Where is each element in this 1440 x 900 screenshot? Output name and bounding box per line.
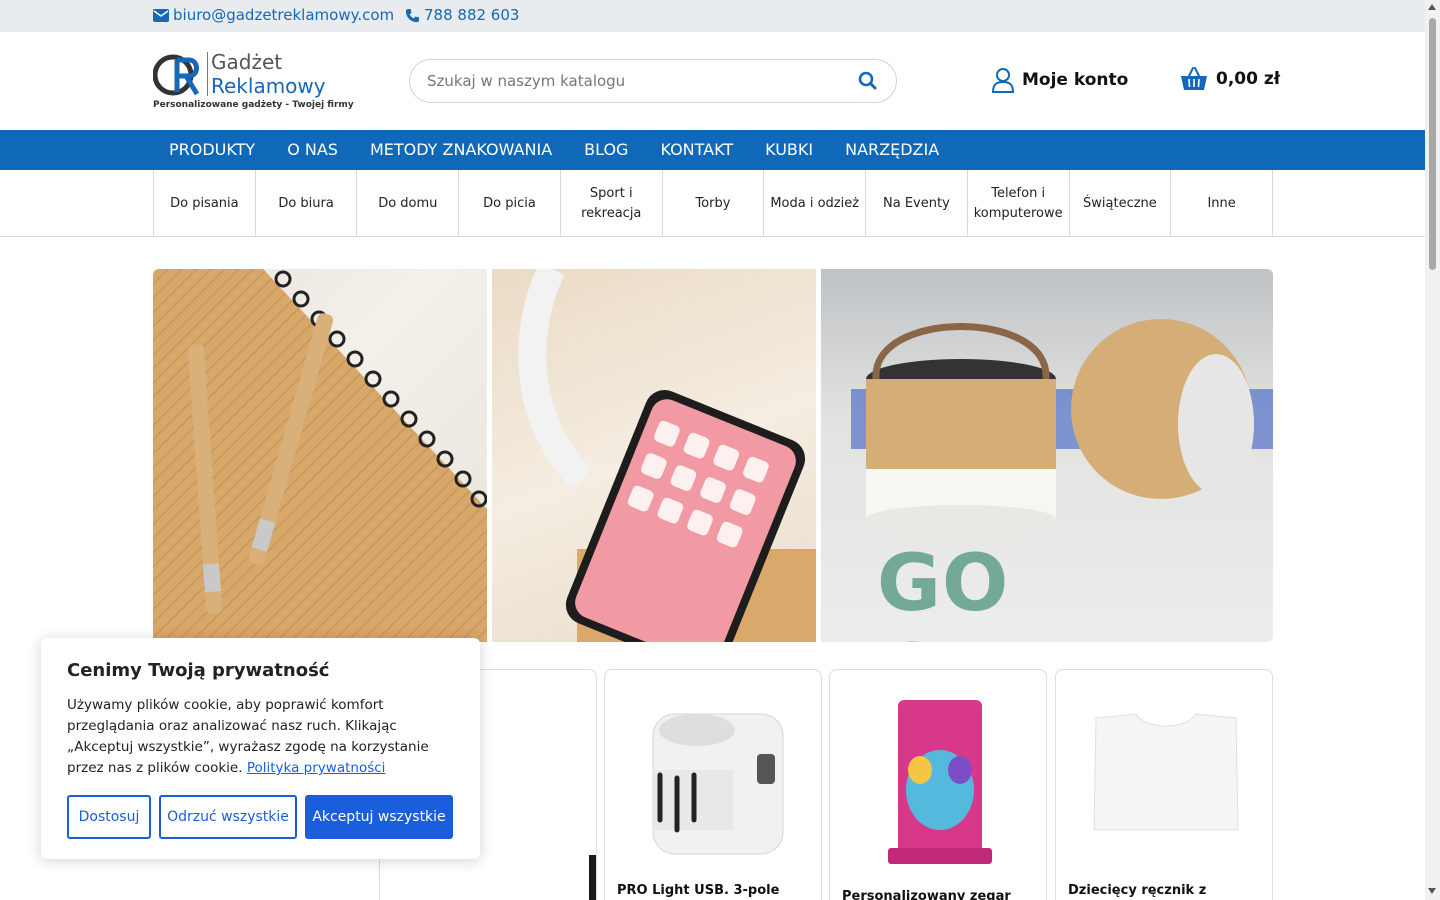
top-contact-bar: biuro@gadzetreklamowy.com 788 882 603 xyxy=(0,0,1425,32)
product-image xyxy=(652,713,784,855)
cookie-title: Cenimy Twoją prywatność xyxy=(67,660,330,681)
product-image xyxy=(1093,713,1239,831)
search-box xyxy=(409,59,897,103)
category-na-eventy[interactable]: Na Eventy xyxy=(866,170,968,237)
product-card[interactable]: Personalizowany zegar xyxy=(829,669,1047,900)
basket-icon xyxy=(1181,67,1207,90)
nav-item-metody-znakowania[interactable]: METODY ZNAKOWANIA xyxy=(354,130,568,170)
product-title: Dziecięcy ręcznik z kapturem xyxy=(1068,883,1207,898)
category-swiateczne[interactable]: Świąteczne xyxy=(1070,170,1172,237)
category-inne[interactable]: Inne xyxy=(1171,170,1273,237)
go-green-banner-text: GO GREEN xyxy=(877,539,1177,642)
category-do-domu[interactable]: Do domu xyxy=(357,170,460,237)
envelope-icon xyxy=(153,8,169,22)
scroll-up-arrow-icon[interactable] xyxy=(1428,4,1436,10)
phone-link[interactable]: 788 882 603 xyxy=(405,6,519,24)
search-input[interactable] xyxy=(427,70,847,92)
product-card[interactable]: PRO Light USB. 3-pole xyxy=(604,669,822,900)
hero-panel-phone-lamp xyxy=(492,269,817,642)
nav-item-narzedzia[interactable]: NARZĘDZIA xyxy=(829,130,955,170)
privacy-policy-link[interactable]: Polityka prywatności xyxy=(247,760,386,776)
hero-panel-speakers: GO GREEN xyxy=(821,269,1273,642)
bamboo-notebook-illustration xyxy=(153,269,488,642)
main-navigation: PRODUKTY O NAS METODY ZNAKOWANIA BLOG KO… xyxy=(0,130,1425,170)
logo-tagline: Personalizowane gadżety - Twojej firmy xyxy=(153,100,354,110)
user-icon xyxy=(991,68,1015,93)
category-do-biura[interactable]: Do biura xyxy=(256,170,358,237)
nav-item-produkty[interactable]: PRODUKTY xyxy=(153,130,271,170)
scroll-down-arrow-icon[interactable] xyxy=(1428,888,1436,894)
page-scrollbar[interactable] xyxy=(1425,0,1440,900)
category-do-picia[interactable]: Do picia xyxy=(459,170,561,237)
cart-link[interactable]: 0,00 zł xyxy=(1180,67,1280,91)
customize-button[interactable]: Dostosuj xyxy=(67,795,151,839)
reject-all-button[interactable]: Odrzuć wszystkie xyxy=(159,795,297,839)
cart-total: 0,00 zł xyxy=(1216,69,1281,89)
scrollbar-thumb[interactable] xyxy=(1429,18,1436,270)
product-title: Personalizowany zegar xyxy=(842,889,1011,900)
nav-item-o-nas[interactable]: O NAS xyxy=(271,130,354,170)
account-link[interactable]: Moje konto xyxy=(991,67,1128,93)
logo-mark-icon xyxy=(153,54,200,96)
cookie-text-block: Używamy plików cookie, aby poprawić komf… xyxy=(67,695,457,779)
logo-text-line1: Gadżet xyxy=(211,50,283,74)
logo-divider xyxy=(207,52,208,96)
phone-icon xyxy=(405,8,420,22)
email-text: biuro@gadzetreklamowy.com xyxy=(173,6,395,24)
category-sport-i-rekreacja[interactable]: Sport i rekreacja xyxy=(561,170,663,237)
hero-panel-pens-notebook xyxy=(153,269,488,642)
email-link[interactable]: biuro@gadzetreklamowy.com xyxy=(153,6,394,24)
cookie-consent-dialog: Cenimy Twoją prywatność Używamy plików c… xyxy=(41,638,480,859)
category-bar: Do pisania Do biura Do domu Do picia Spo… xyxy=(0,170,1425,237)
hero-banner[interactable]: GO GREEN xyxy=(153,269,1273,642)
phone-text: 788 882 603 xyxy=(424,6,520,24)
account-label: Moje konto xyxy=(1022,70,1129,90)
category-moda-i-odziez[interactable]: Moda i odzież xyxy=(764,170,867,237)
category-telefon-i-komputerowe[interactable]: Telefon i komputerowe xyxy=(968,170,1070,237)
category-do-pisania[interactable]: Do pisania xyxy=(154,170,256,237)
nav-item-kontakt[interactable]: KONTAKT xyxy=(644,130,749,170)
phone-lamp-illustration xyxy=(518,269,817,642)
nav-item-blog[interactable]: BLOG xyxy=(568,130,644,170)
product-title: PRO Light USB. 3-pole xyxy=(617,883,780,898)
category-torby[interactable]: Torby xyxy=(663,170,765,237)
accept-all-button[interactable]: Akceptuj wszystkie xyxy=(305,795,453,839)
search-icon[interactable] xyxy=(858,71,878,91)
product-image xyxy=(888,700,992,864)
site-logo[interactable]: Gadżet Reklamowy Personalizowane gadżety… xyxy=(153,50,354,112)
nav-item-kubki[interactable]: KUBKI xyxy=(749,130,829,170)
site-header: Gadżet Reklamowy Personalizowane gadżety… xyxy=(0,32,1425,130)
product-card[interactable]: Dziecięcy ręcznik z kapturem xyxy=(1055,669,1273,900)
logo-text-line2: Reklamowy xyxy=(211,74,326,98)
